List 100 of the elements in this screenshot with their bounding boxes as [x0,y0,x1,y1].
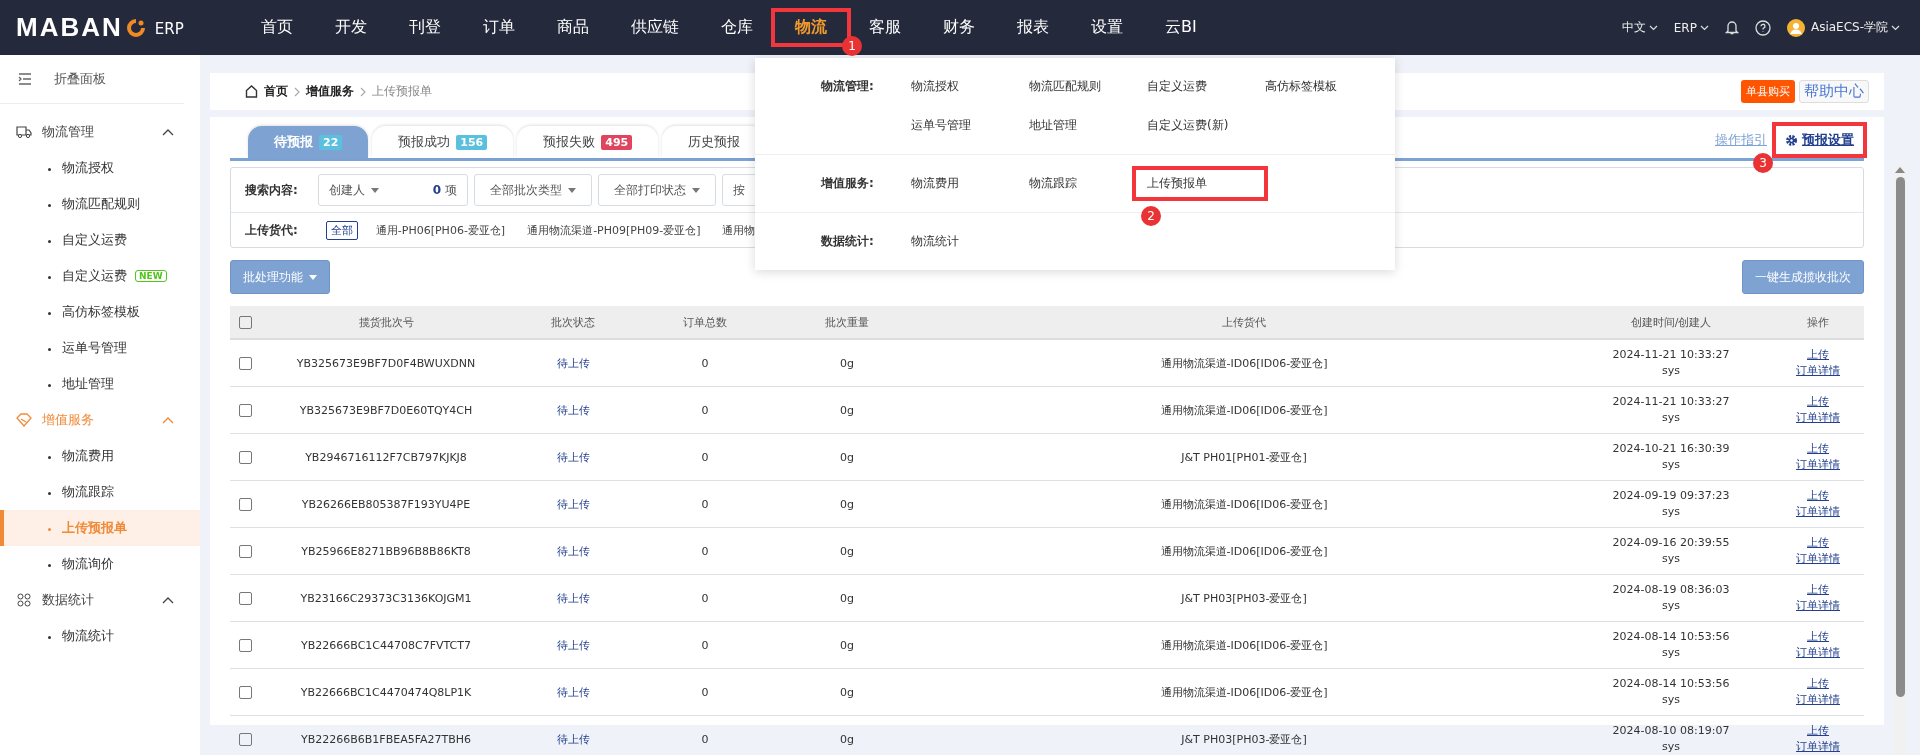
action-link[interactable]: 订单详情 [1796,458,1840,471]
action-link[interactable]: 订单详情 [1796,411,1840,424]
menu-item[interactable]: 运单号管理 [911,118,971,132]
action-link[interactable]: 订单详情 [1796,505,1840,518]
action-link[interactable]: 订单详情 [1796,646,1840,659]
nav-menu-item[interactable]: 商品 [540,11,606,44]
menu-item[interactable]: 物流费用 [911,176,959,190]
table-cell: J&T PH03[PH03-爱亚仓] [918,715,1570,755]
action-link[interactable]: 上传 [1807,536,1829,549]
filter-dropdown[interactable]: 全部批次类型 [473,174,592,206]
sidebar-item[interactable]: 物流询价 [48,555,114,573]
menu-item[interactable]: 物流授权 [911,79,959,93]
action-link[interactable]: 订单详情 [1796,552,1840,565]
table-cell: YB23166C29373C3136KOJGM1 [260,574,512,622]
row-checkbox[interactable] [238,685,252,699]
table-cell: 通用物流渠道-ID06[ID06-爱亚仓] [918,621,1570,669]
sidebar-group[interactable]: 数据统计 [0,582,200,618]
count-badge: 156 [456,134,488,150]
action-link[interactable]: 上传 [1807,677,1829,690]
action-link[interactable]: 订单详情 [1796,693,1840,706]
user-menu[interactable]: AsiaECS-学院 [1810,19,1900,36]
sidebar-group[interactable]: 物流管理 [0,114,200,150]
chevron-down-icon[interactable] [1891,24,1900,31]
action-link[interactable]: 上传 [1807,442,1829,455]
help-icon[interactable] [1754,19,1771,36]
carrier-filter[interactable]: 通用-PH06[PH06-爱亚仓] [371,221,510,239]
menu-item[interactable]: 物流跟踪 [1029,176,1077,190]
menu-icon[interactable] [18,73,32,85]
row-checkbox[interactable] [238,497,252,511]
nav-menu-item[interactable]: 报表 [1000,11,1066,44]
sidebar-item[interactable]: 自定义运费 [48,231,127,249]
menu-item[interactable]: 物流匹配规则 [1029,79,1101,93]
select-all-checkbox[interactable] [238,315,252,329]
callout-badge: 2 [1141,206,1161,226]
carrier-filter[interactable]: 全部 [325,220,358,240]
settings-link[interactable]: 预报设置 [1785,131,1854,149]
row-checkbox[interactable] [238,356,252,370]
table-cell: 0g [776,480,918,528]
status-text: 待上传 [556,544,590,558]
row-checkbox[interactable] [238,638,252,652]
table-cell: YB2946716112F7CB797KJKJ8 [260,433,512,481]
nav-menu-item[interactable]: 订单 [466,11,532,44]
row-checkbox[interactable] [238,591,252,605]
help-center-button[interactable]: 帮助中心 [1799,80,1869,103]
row-checkbox[interactable] [238,403,252,417]
row-checkbox[interactable] [238,732,252,746]
menu-item[interactable]: 自定义运费(新) [1147,118,1229,132]
collapse-panel-button[interactable]: 折叠面板 [0,55,184,104]
row-checkbox[interactable] [238,544,252,558]
carrier-filter[interactable]: 通用物流渠道-PH09[PH09-爱亚仓] [523,221,705,239]
nav-menu-item[interactable]: 财务 [926,11,992,44]
nav-menu-item[interactable]: 开发 [318,11,384,44]
sidebar-item[interactable]: 物流统计 [48,627,114,645]
nav-menu-item[interactable]: 设置 [1074,11,1140,44]
action-link[interactable]: 上传 [1807,724,1829,737]
action-link[interactable]: 上传 [1807,630,1829,643]
breadcrumb-item[interactable]: 增值服务 [306,83,354,100]
menu-item[interactable]: 物流统计 [911,234,959,248]
gear-icon [1785,133,1798,147]
sidebar-item[interactable]: 物流匹配规则 [48,195,140,213]
nav-menu-item[interactable]: 仓库 [704,11,770,44]
chevron-up-icon[interactable] [162,596,174,604]
sidebar-item[interactable]: 高仿标签模板 [48,303,140,321]
nav-menu-item[interactable]: 云BI [1148,11,1214,44]
chevron-up-icon[interactable] [162,128,174,136]
action-link[interactable]: 订单详情 [1796,740,1840,753]
sidebar-item[interactable]: 运单号管理 [48,339,127,357]
sidebar-item[interactable]: 物流授权 [48,159,114,177]
truck-icon [16,125,32,139]
tab[interactable]: 预报失败 495 [517,126,659,158]
menu-item[interactable]: 上传预报单 [1147,176,1207,190]
language-selector[interactable]: 中文 [1621,19,1658,36]
breadcrumb-item[interactable]: 首页 [264,83,288,100]
menu-item[interactable]: 高仿标签模板 [1265,79,1337,93]
action-link[interactable]: 订单详情 [1796,599,1840,612]
action-link[interactable]: 订单详情 [1796,364,1840,377]
product-selector[interactable]: ERP [1673,20,1709,35]
nav-menu-item[interactable]: 供应链 [614,11,696,44]
sidebar-item[interactable]: 自定义运费 [48,267,127,285]
action-link[interactable]: 上传 [1807,583,1829,596]
sidebar-item[interactable]: 物流费用 [48,447,114,465]
row-checkbox[interactable] [238,450,252,464]
bell-icon[interactable] [1724,20,1739,35]
sidebar-item[interactable]: 物流跟踪 [48,483,114,501]
sidebar-item[interactable]: 地址管理 [48,375,114,393]
menu-item[interactable]: 自定义运费 [1147,79,1207,93]
chevron-down-icon[interactable] [1648,24,1658,31]
filter-dropdown[interactable]: 全部打印状态 [597,174,716,206]
action-link[interactable]: 上传 [1807,395,1829,408]
nav-menu-item[interactable]: 刊登 [392,11,458,44]
filter-dropdown[interactable]: 创建人 0 项 [317,174,468,206]
chevron-down-icon[interactable] [1699,24,1709,31]
table-cell: YB325673E9BF7D0F4BWUXDNN [260,339,512,387]
tab[interactable]: 预报成功 156 [372,126,514,158]
scrollbar[interactable] [1894,165,1906,755]
nav-menu-item[interactable]: 物流 [778,11,844,44]
action-link[interactable]: 上传 [1807,489,1829,502]
nav-menu-item[interactable]: 首页 [244,11,310,44]
action-link[interactable]: 上传 [1807,348,1829,361]
menu-item[interactable]: 地址管理 [1029,118,1077,132]
